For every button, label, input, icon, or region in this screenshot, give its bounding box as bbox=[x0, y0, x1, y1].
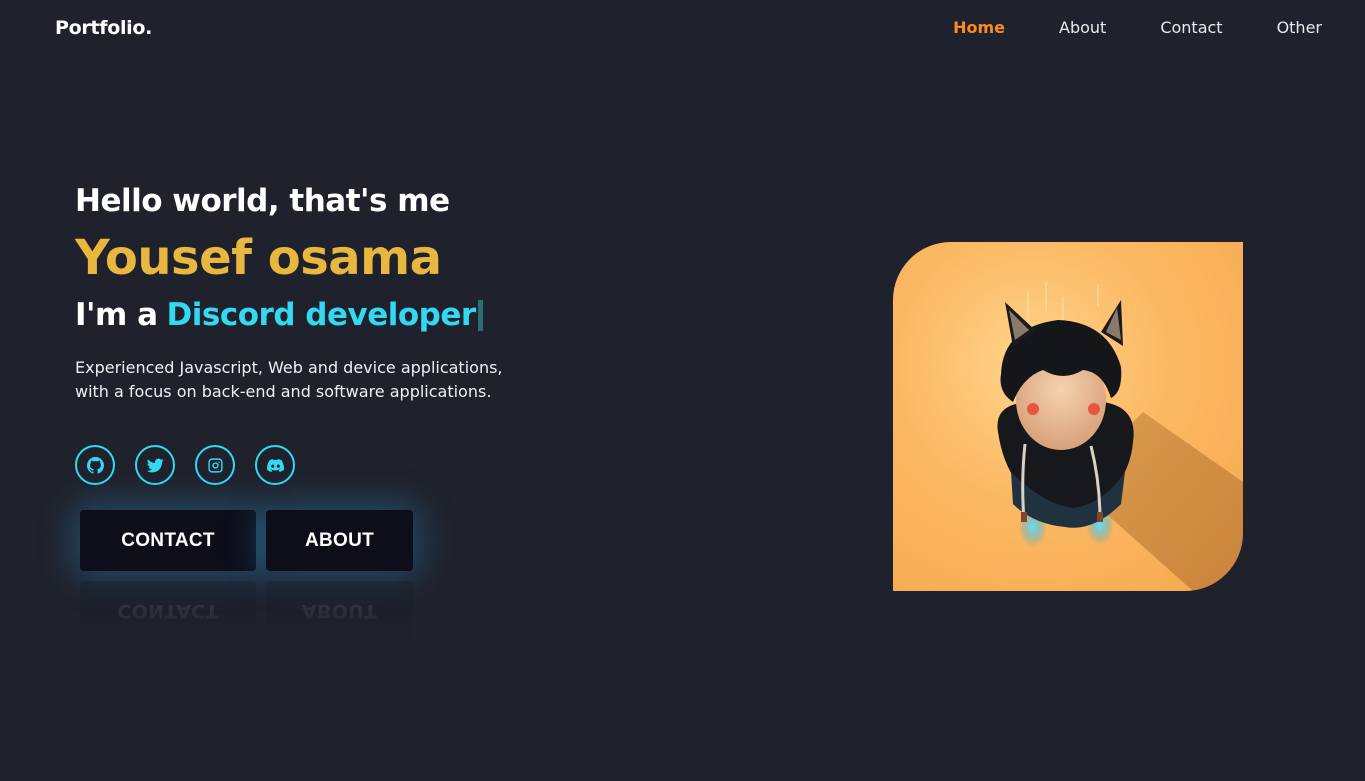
github-icon bbox=[86, 456, 104, 474]
avatar-image bbox=[893, 242, 1243, 591]
hero-name: Yousef osama bbox=[75, 230, 442, 286]
about-button-reflection: ABOUT bbox=[266, 581, 413, 642]
typing-cursor bbox=[477, 299, 483, 331]
nav-about[interactable]: About bbox=[1059, 18, 1106, 38]
contact-button-reflection: CONTACT bbox=[80, 581, 256, 642]
github-link[interactable] bbox=[75, 445, 115, 485]
contact-button[interactable]: CONTACT bbox=[80, 510, 256, 571]
page: Portfolio. Home About Contact Other Hell… bbox=[0, 0, 1365, 781]
avatar-illustration bbox=[997, 282, 1243, 591]
hero-role: I'm a Discord developer bbox=[75, 297, 483, 333]
description-line-2: with a focus on back-end and software ap… bbox=[75, 382, 492, 401]
role-typed-text: Discord developer bbox=[166, 297, 477, 333]
hero-buttons: CONTACT ABOUT bbox=[80, 510, 413, 571]
discord-icon bbox=[266, 458, 284, 472]
logo[interactable]: Portfolio. bbox=[55, 17, 152, 39]
nav-contact[interactable]: Contact bbox=[1160, 18, 1222, 38]
instagram-icon bbox=[207, 457, 223, 473]
description-line-1: Experienced Javascript, Web and device a… bbox=[75, 358, 503, 377]
social-links bbox=[75, 445, 295, 485]
main-nav: Home About Contact Other bbox=[899, 18, 1322, 38]
nav-home[interactable]: Home bbox=[953, 18, 1005, 38]
about-button[interactable]: ABOUT bbox=[266, 510, 413, 571]
hero-greeting: Hello world, that's me bbox=[75, 183, 450, 219]
twitter-icon bbox=[146, 458, 164, 472]
discord-link[interactable] bbox=[255, 445, 295, 485]
hero-description: Experienced Javascript, Web and device a… bbox=[75, 356, 545, 404]
button-reflection: CONTACT ABOUT bbox=[80, 581, 413, 642]
twitter-link[interactable] bbox=[135, 445, 175, 485]
nav-other[interactable]: Other bbox=[1277, 18, 1322, 38]
instagram-link[interactable] bbox=[195, 445, 235, 485]
role-prefix: I'm a bbox=[75, 297, 158, 333]
